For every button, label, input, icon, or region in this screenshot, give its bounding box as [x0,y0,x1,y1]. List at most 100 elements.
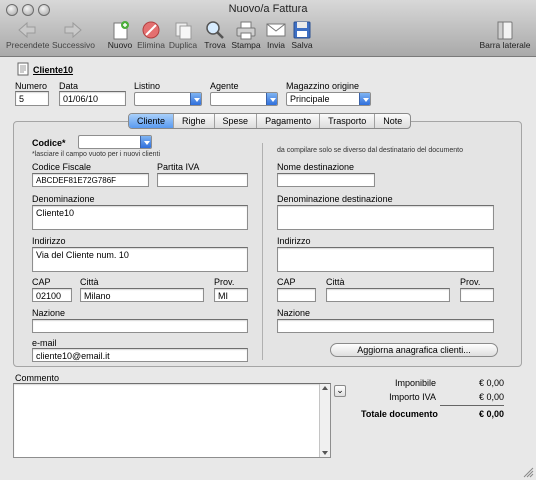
commento-scrollbar[interactable] [319,384,330,457]
document-icon [17,62,29,76]
envelope-icon [266,23,286,37]
citta-destinazione-label: Città [326,277,345,287]
codice-hint: *lasciare il campo vuoto per i nuovi cli… [32,151,161,158]
cap-label: CAP [32,277,51,287]
commento-label: Commento [15,373,60,383]
duplicate-icon [175,22,192,40]
iva-label: Importo IVA [389,392,436,402]
email-field[interactable]: cliente10@email.it [32,348,248,362]
new-document-icon [113,21,129,40]
codice-select[interactable] [78,135,152,149]
denominazione-field[interactable]: Cliente10 [32,205,248,230]
chevron-down-icon [266,93,277,105]
column-divider [262,143,263,360]
data-label: Data [59,81,79,91]
delete-label: Elimina [137,40,165,50]
prov-destinazione-label: Prov. [460,277,481,287]
save-button[interactable]: Salva [290,20,314,54]
codice-label: Codice* [32,138,66,148]
magazzino-select[interactable]: Principale [286,92,371,106]
arrow-left-icon [18,21,36,39]
prov-label: Prov. [214,277,235,287]
delete-icon [142,21,160,39]
previous-button[interactable]: Precendete [6,20,50,54]
piva-field[interactable] [157,173,248,187]
window-title: Nuovo/a Fattura [228,3,308,15]
resize-grip-icon[interactable] [522,466,534,478]
duplicate-button[interactable]: Duplica [168,20,198,54]
cap-field[interactable]: 02100 [32,288,72,302]
totale-label: Totale documento [361,409,438,419]
imponibile-label: Imponibile [394,378,436,388]
date-field[interactable]: 01/06/10 [59,91,126,106]
totale-value: € 0,00 [478,409,504,419]
indirizzo-destinazione-label: Indirizzo [277,236,311,246]
commento-textarea[interactable] [13,383,331,458]
tab-trasporto[interactable]: Trasporto [320,114,376,128]
send-button[interactable]: Invia [264,20,288,54]
sidebar-button[interactable]: Barra laterale [478,20,532,54]
piva-label: Partita IVA [157,162,200,172]
tab-righe[interactable]: Righe [174,114,215,128]
cf-field[interactable]: ABCDEF81E72G786F [32,173,149,187]
chevron-down-icon: ⌄ [336,385,344,395]
citta-destinazione-field[interactable] [326,288,450,302]
nazione-label: Nazione [32,308,66,318]
cap-destinazione-field[interactable] [277,288,316,302]
tab-spese[interactable]: Spese [215,114,258,128]
denominazione-label: Denominazione [32,194,95,204]
denominazione-destinazione-label: Denominazione destinazione [277,194,393,204]
print-button[interactable]: Stampa [231,20,261,54]
find-label: Trova [204,40,226,50]
window-toolbar: Nuovo/a Fattura Precendete Successivo Nu… [0,0,536,57]
print-label: Stampa [231,40,261,50]
sidebar-label: Barra laterale [479,40,531,50]
next-button[interactable]: Successivo [52,20,95,54]
tab-cliente[interactable]: Cliente [129,114,175,128]
save-label: Salva [291,40,313,50]
indirizzo-field[interactable]: Via del Cliente num. 10 [32,247,248,272]
citta-field[interactable]: Milano [80,288,204,302]
customer-title: Cliente10 [33,65,74,75]
arrow-right-icon [64,21,82,39]
floppy-disk-icon [293,21,311,39]
numero-field[interactable]: 5 [15,91,49,106]
next-label: Successivo [52,40,95,50]
new-label: Nuovo [107,40,133,50]
nome-destinazione-label: Nome destinazione [277,162,355,172]
sidebar-icon [497,21,513,40]
scroll-up-icon [322,386,328,390]
totals-divider [440,405,504,406]
indirizzo-destinazione-field[interactable] [277,247,494,272]
prov-field[interactable]: MI [214,288,248,302]
chevron-down-icon [359,93,370,105]
magazzino-label: Magazzino origine [286,81,360,91]
tab-bar: Cliente Righe Spese Pagamento Trasporto … [128,113,412,129]
magnifier-icon [206,21,224,39]
agente-select[interactable] [210,92,278,106]
indirizzo-label: Indirizzo [32,236,66,246]
listino-select[interactable] [134,92,202,106]
nazione-destinazione-field[interactable] [277,319,494,333]
tab-note[interactable]: Note [375,114,410,128]
denominazione-destinazione-field[interactable] [277,205,494,230]
new-button[interactable]: Nuovo [106,20,134,54]
citta-label: Città [80,277,99,287]
commento-options-button[interactable]: ⌄ [334,385,346,397]
numero-label: Numero [15,81,48,91]
nome-destinazione-field[interactable] [277,173,375,187]
update-customer-button[interactable]: Aggiorna anagrafica clienti... [330,343,498,357]
magazzino-value: Principale [290,94,330,104]
tab-pagamento[interactable]: Pagamento [257,114,321,128]
duplicate-label: Duplica [168,40,198,50]
agente-label: Agente [210,81,239,91]
iva-value: € 0,00 [478,392,504,402]
find-button[interactable]: Trova [201,20,229,54]
nazione-field[interactable] [32,319,248,333]
listino-label: Listino [134,81,161,91]
prov-destinazione-field[interactable] [460,288,494,302]
imponibile-value: € 0,00 [478,378,504,388]
scroll-down-icon [322,451,328,455]
delete-button[interactable]: Elimina [136,20,166,54]
previous-label: Precendete [6,40,50,50]
